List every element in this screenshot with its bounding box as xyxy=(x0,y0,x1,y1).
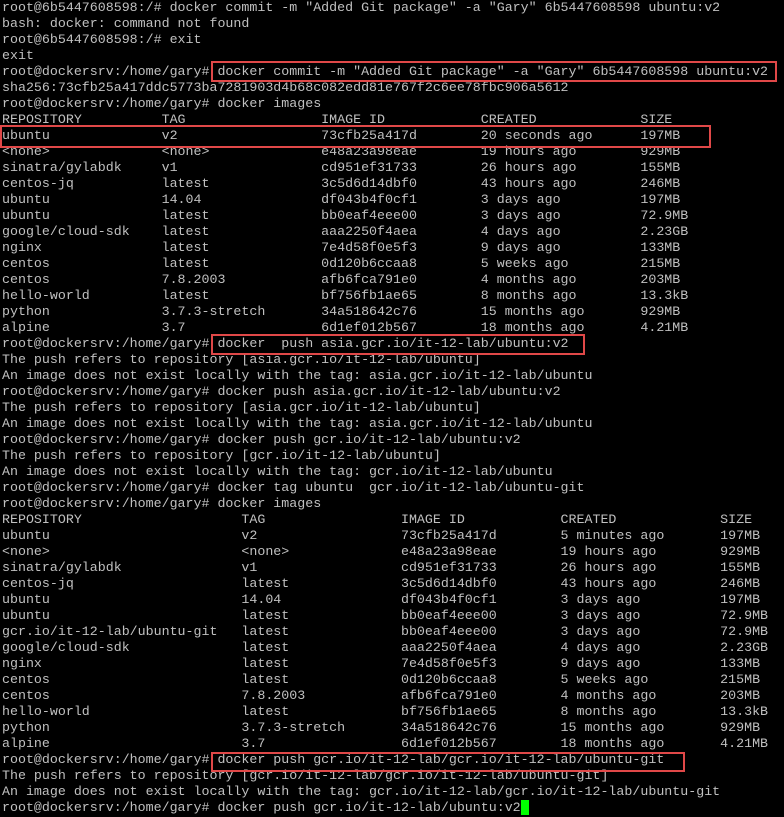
terminal-line: An image does not exist locally with the… xyxy=(2,368,593,383)
table-row: ubuntu latest bb0eaf4eee00 3 days ago 72… xyxy=(2,208,689,223)
table-row: centos latest 0d120b6ccaa8 5 weeks ago 2… xyxy=(2,256,681,271)
terminal-line: root@dockersrv:/home/gary# docker push g… xyxy=(2,432,521,447)
terminal-line: root@dockersrv:/home/gary# docker push a… xyxy=(2,384,561,399)
table-row: python 3.7.3-stretch 34a518642c76 15 mon… xyxy=(2,304,681,319)
table-row: <none> <none> e48a23a98eae 19 hours ago … xyxy=(2,544,761,559)
prompt-line[interactable]: root@dockersrv:/home/gary# docker push g… xyxy=(0,800,784,816)
terminal-line: An image does not exist locally with the… xyxy=(2,416,593,431)
table-row: centos-jq latest 3c5d6d14dbf0 43 hours a… xyxy=(2,576,761,591)
table-row: centos-jq latest 3c5d6d14dbf0 43 hours a… xyxy=(2,176,681,191)
table-row: google/cloud-sdk latest aaa2250f4aea 4 d… xyxy=(2,640,769,655)
table-row: alpine 3.7 6d1ef012b567 18 months ago 4.… xyxy=(2,736,769,751)
terminal-line: An image does not exist locally with the… xyxy=(2,464,553,479)
table-row: centos 7.8.2003 afb6fca791e0 4 months ag… xyxy=(2,272,681,287)
terminal-line: sha256:73cfb25a417ddc5773ba7281903d4b68c… xyxy=(2,80,569,95)
table-row: hello-world latest bf756fb1ae65 8 months… xyxy=(2,704,769,719)
prompt-text: root@dockersrv:/home/gary# docker push g… xyxy=(2,800,521,815)
terminal-line: root@dockersrv:/home/gary# docker commit… xyxy=(2,64,769,79)
table-row: ubuntu v2 73cfb25a417d 20 seconds ago 19… xyxy=(2,128,681,143)
table-row: ubuntu 14.04 df043b4f0cf1 3 days ago 197… xyxy=(2,592,761,607)
terminal-line: root@dockersrv:/home/gary# docker push a… xyxy=(2,336,569,351)
cursor-block xyxy=(520,800,529,815)
table-row: alpine 3.7 6d1ef012b567 18 months ago 4.… xyxy=(2,320,689,335)
table-header: REPOSITORY TAG IMAGE ID CREATED SIZE xyxy=(2,512,753,527)
terminal-line: exit xyxy=(2,48,34,63)
terminal-window[interactable]: root@6b5447608598:/# docker commit -m "A… xyxy=(0,0,784,817)
terminal-line: root@dockersrv:/home/gary# docker push g… xyxy=(2,752,665,767)
table-row: hello-world latest bf756fb1ae65 8 months… xyxy=(2,288,689,303)
terminal-line: The push refers to repository [asia.gcr.… xyxy=(2,352,481,367)
table-row: nginx latest 7e4d58f0e5f3 9 days ago 133… xyxy=(2,240,681,255)
terminal-line: bash: docker: command not found xyxy=(2,16,250,31)
terminal-line: The push refers to repository [gcr.io/it… xyxy=(2,448,441,463)
table-row: sinatra/gylabdk v1 cd951ef31733 26 hours… xyxy=(2,160,681,175)
terminal-line: The push refers to repository [asia.gcr.… xyxy=(2,400,481,415)
table-row: <none> <none> e48a23a98eae 19 hours ago … xyxy=(2,144,681,159)
table-row: ubuntu v2 73cfb25a417d 5 minutes ago 197… xyxy=(2,528,761,543)
terminal-line: root@dockersrv:/home/gary# docker images xyxy=(2,496,322,511)
table-row: gcr.io/it-12-lab/ubuntu-git latest bb0ea… xyxy=(2,624,769,639)
terminal-line: An image does not exist locally with the… xyxy=(2,784,721,799)
table-row: ubuntu 14.04 df043b4f0cf1 3 days ago 197… xyxy=(2,192,681,207)
terminal-line: root@6b5447608598:/# exit xyxy=(2,32,202,47)
terminal-line: root@dockersrv:/home/gary# docker tag ub… xyxy=(2,480,585,495)
table-row: google/cloud-sdk latest aaa2250f4aea 4 d… xyxy=(2,224,689,239)
table-header: REPOSITORY TAG IMAGE ID CREATED SIZE xyxy=(2,112,673,127)
table-row: python 3.7.3-stretch 34a518642c76 15 mon… xyxy=(2,720,761,735)
terminal-line: root@6b5447608598:/# docker commit -m "A… xyxy=(2,0,721,15)
terminal-line: root@dockersrv:/home/gary# docker images xyxy=(2,96,322,111)
terminal-line: The push refers to repository [gcr.io/it… xyxy=(2,768,609,783)
table-row: nginx latest 7e4d58f0e5f3 9 days ago 133… xyxy=(2,656,761,671)
table-row: sinatra/gylabdk v1 cd951ef31733 26 hours… xyxy=(2,560,761,575)
table-row: ubuntu latest bb0eaf4eee00 3 days ago 72… xyxy=(2,608,769,623)
table-row: centos latest 0d120b6ccaa8 5 weeks ago 2… xyxy=(2,672,761,687)
table-row: centos 7.8.2003 afb6fca791e0 4 months ag… xyxy=(2,688,761,703)
